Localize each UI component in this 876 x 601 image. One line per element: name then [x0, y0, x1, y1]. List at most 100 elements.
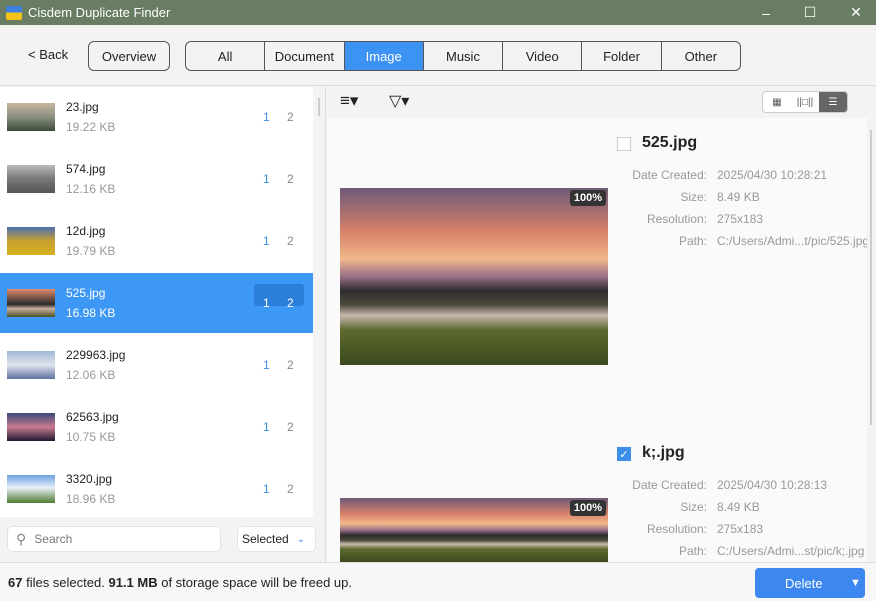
file-size: 19.79 KB: [66, 244, 116, 258]
chevron-down-icon: ⌄: [296, 533, 306, 545]
tab-video[interactable]: Video: [503, 42, 583, 70]
list-item[interactable]: 574.jpg 12.16 KB 1 2: [0, 149, 313, 209]
app-title: Cisdem Duplicate Finder: [28, 5, 171, 20]
tab-music[interactable]: Music: [424, 42, 504, 70]
thumbnail: [7, 351, 55, 379]
maximize-button[interactable]: ☐: [790, 0, 830, 25]
resolution-label: Resolution:: [646, 522, 707, 536]
list-item[interactable]: 3320.jpg 18.96 KB 1 2: [0, 459, 313, 519]
path-value: C:/Users/Admi...st/pic/k;.jpg: [717, 544, 865, 558]
delete-label: Delete: [785, 575, 823, 591]
file-name: 23.jpg: [66, 100, 99, 114]
group-count-2: 2: [287, 296, 294, 310]
group-count-1: 1: [263, 110, 270, 124]
group-count-1: 1: [263, 420, 270, 434]
list-item[interactable]: 23.jpg 19.22 KB 1 2: [0, 87, 313, 147]
group-count-1: 1: [263, 172, 270, 186]
file-size: 12.06 KB: [66, 368, 116, 382]
view-mode-switcher: ▦ ||□|| ☰: [762, 91, 848, 113]
list-item[interactable]: 62563.jpg 10.75 KB 1 2: [0, 397, 313, 457]
thumbnail: [7, 289, 55, 317]
summary-text: files selected.: [22, 575, 109, 590]
size-value: 8.49 KB: [717, 500, 760, 514]
group-count-highlight: [254, 284, 304, 306]
file-list: 23.jpg 19.22 KB 1 2 574.jpg 12.16 KB 1 2…: [0, 87, 313, 517]
file-size: 18.96 KB: [66, 492, 116, 506]
tab-other[interactable]: Other: [662, 42, 740, 70]
list-item[interactable]: 229963.jpg 12.06 KB 1 2: [0, 335, 313, 395]
search-placeholder: Search: [34, 532, 73, 546]
delete-button[interactable]: Delete ▼: [755, 568, 865, 598]
status-bar: 67 files selected. 91.1 MB of storage sp…: [0, 562, 876, 601]
image-preview[interactable]: 100%: [340, 188, 608, 365]
overview-button[interactable]: Overview: [88, 41, 170, 71]
path-value: C:/Users/Admi...t/pic/525.jpg: [717, 234, 867, 248]
tab-document[interactable]: Document: [265, 42, 345, 70]
freed-size: 91.1 MB: [108, 575, 158, 590]
file-checkbox[interactable]: ✓: [617, 447, 631, 461]
category-tabs: All Document Image Music Video Folder Ot…: [185, 41, 741, 71]
file-name: 62563.jpg: [66, 410, 119, 424]
delete-dropdown-arrow-icon[interactable]: ▼: [850, 577, 861, 589]
app-icon: [6, 5, 22, 20]
group-count-2: 2: [287, 110, 294, 124]
tab-image[interactable]: Image: [344, 42, 424, 70]
file-size: 10.75 KB: [66, 430, 116, 444]
file-size: 16.98 KB: [66, 306, 116, 320]
group-count-1: 1: [263, 296, 270, 310]
image-preview[interactable]: 100%: [340, 498, 608, 562]
grid-view-icon[interactable]: ▦: [763, 92, 791, 112]
sort-select-icon[interactable]: ≡▾: [340, 91, 358, 111]
size-label: Size:: [680, 500, 707, 514]
search-input[interactable]: ⚲ Search: [7, 526, 221, 552]
selection-filter-dropdown[interactable]: Selected ⌄: [237, 526, 316, 552]
file-name: 574.jpg: [66, 162, 106, 176]
group-count-1: 1: [263, 358, 270, 372]
resolution-label: Resolution:: [646, 212, 707, 226]
selected-count: 67: [8, 575, 23, 590]
search-icon: ⚲: [16, 530, 27, 547]
detail-scrollbar[interactable]: [870, 130, 872, 425]
back-button[interactable]: < Back: [28, 47, 68, 62]
file-size: 12.16 KB: [66, 182, 116, 196]
file-checkbox[interactable]: [617, 137, 631, 151]
thumbnail: [7, 413, 55, 441]
file-name: 3320.jpg: [66, 472, 113, 486]
filter-icon[interactable]: ▽▾: [389, 91, 409, 111]
file-name: 12d.jpg: [66, 224, 106, 238]
tab-all[interactable]: All: [186, 42, 266, 70]
date-value: 2025/04/30 10:28:13: [717, 478, 828, 492]
size-value: 8.49 KB: [717, 190, 760, 204]
group-count-2: 2: [287, 420, 294, 434]
toolbar: < Back Overview All Document Image Music…: [0, 25, 876, 86]
date-label: Date Created:: [632, 168, 707, 182]
file-name: 525.jpg: [66, 286, 106, 300]
group-count-2: 2: [287, 234, 294, 248]
group-count-1: 1: [263, 482, 270, 496]
list-scrollbar[interactable]: [318, 98, 320, 116]
date-value: 2025/04/30 10:28:21: [717, 168, 828, 182]
list-item[interactable]: 12d.jpg 19.79 KB 1 2: [0, 211, 313, 271]
file-size: 19.22 KB: [66, 120, 116, 134]
path-label: Path:: [678, 234, 707, 248]
selection-summary: 67 files selected. 91.1 MB of storage sp…: [8, 575, 352, 590]
resolution-value: 275x183: [717, 522, 764, 536]
thumbnail: [7, 227, 55, 255]
detail-file-name: 525.jpg: [642, 134, 698, 151]
selection-filter-value: Selected: [242, 532, 289, 546]
group-count-2: 2: [287, 172, 294, 186]
close-button[interactable]: ✕: [836, 0, 876, 25]
tab-folder[interactable]: Folder: [582, 42, 662, 70]
minimize-button[interactable]: –: [746, 0, 786, 25]
carousel-view-icon[interactable]: ||□||: [791, 92, 819, 112]
list-item[interactable]: 525.jpg 16.98 KB 1 2: [0, 273, 313, 333]
size-label: Size:: [680, 190, 707, 204]
thumbnail: [7, 475, 55, 503]
file-name: 229963.jpg: [66, 348, 126, 362]
divider: [325, 87, 326, 562]
detail-file-name: k;.jpg: [642, 444, 685, 461]
path-label: Path:: [678, 544, 707, 558]
group-count-2: 2: [287, 358, 294, 372]
summary-text-tail: of storage space will be freed up.: [157, 575, 352, 590]
list-view-icon[interactable]: ☰: [819, 92, 847, 112]
